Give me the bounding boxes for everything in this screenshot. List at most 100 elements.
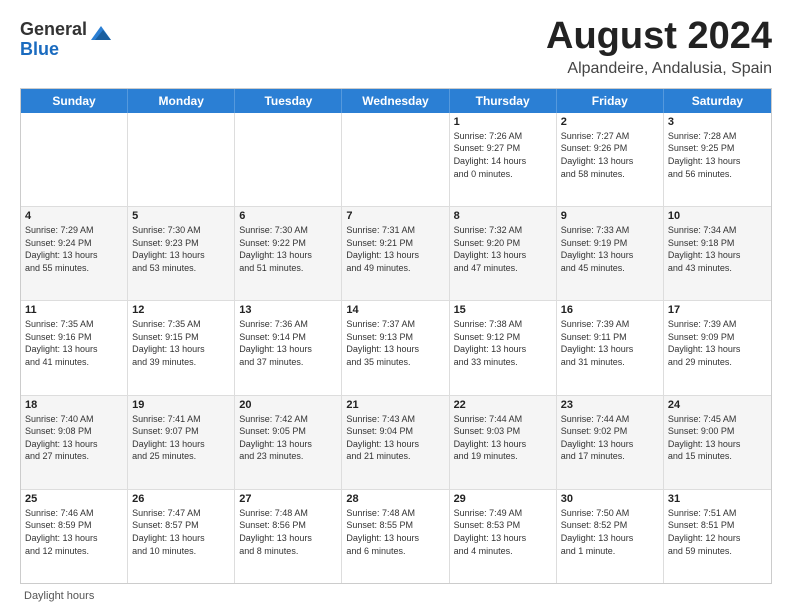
- day-number: 11: [25, 304, 123, 316]
- calendar: SundayMondayTuesdayWednesdayThursdayFrid…: [20, 88, 772, 584]
- day-info: Sunrise: 7:33 AMSunset: 9:19 PMDaylight:…: [561, 224, 659, 274]
- day-number: 1: [454, 116, 552, 128]
- day-number: 9: [561, 210, 659, 222]
- cal-cell: 6 Sunrise: 7:30 AMSunset: 9:22 PMDaylight…: [235, 207, 342, 300]
- day-header-monday: Monday: [128, 89, 235, 113]
- cal-cell: 30 Sunrise: 7:50 AMSunset: 8:52 PMDayligh…: [557, 490, 664, 583]
- day-number: 7: [346, 210, 444, 222]
- day-info: Sunrise: 7:26 AMSunset: 9:27 PMDaylight:…: [454, 130, 552, 180]
- day-info: Sunrise: 7:34 AMSunset: 9:18 PMDaylight:…: [668, 224, 767, 274]
- title-block: August 2024 Alpandeire, Andalusia, Spain: [546, 16, 772, 78]
- day-info: Sunrise: 7:35 AMSunset: 9:16 PMDaylight:…: [25, 318, 123, 368]
- calendar-subtitle: Alpandeire, Andalusia, Spain: [546, 60, 772, 78]
- day-number: 21: [346, 399, 444, 411]
- cal-cell: 27Sunrise: 7:48 AMSunset: 8:56 PMDayligh…: [235, 490, 342, 583]
- day-header-friday: Friday: [557, 89, 664, 113]
- day-number: 8: [454, 210, 552, 222]
- day-number: 24: [668, 399, 767, 411]
- cal-cell: 10 Sunrise: 7:34 AMSunset: 9:18 PMDayligh…: [664, 207, 771, 300]
- day-info: Sunrise: 7:49 AMSunset: 8:53 PMDaylight:…: [454, 507, 552, 557]
- week-row-5: 25 Sunrise: 7:46 AMSunset: 8:59 PMDayligh…: [21, 490, 771, 583]
- cal-cell: [235, 113, 342, 206]
- day-info: Sunrise: 7:41 AMSunset: 9:07 PMDaylight:…: [132, 413, 230, 463]
- cal-cell: 12 Sunrise: 7:35 AMSunset: 9:15 PMDayligh…: [128, 301, 235, 394]
- day-number: 28: [346, 493, 444, 505]
- day-header-saturday: Saturday: [664, 89, 771, 113]
- day-info: Sunrise: 7:27 AMSunset: 9:26 PMDaylight:…: [561, 130, 659, 180]
- day-info: Sunrise: 7:36 AMSunset: 9:14 PMDaylight:…: [239, 318, 337, 368]
- week-row-1: 1 Sunrise: 7:26 AMSunset: 9:27 PMDaylight…: [21, 113, 771, 207]
- day-header-sunday: Sunday: [21, 89, 128, 113]
- day-number: 12: [132, 304, 230, 316]
- day-info: Sunrise: 7:29 AMSunset: 9:24 PMDaylight:…: [25, 224, 123, 274]
- day-number: 15: [454, 304, 552, 316]
- cal-cell: 15 Sunrise: 7:38 AMSunset: 9:12 PMDayligh…: [450, 301, 557, 394]
- cal-cell: 8 Sunrise: 7:32 AMSunset: 9:20 PMDaylight…: [450, 207, 557, 300]
- cal-cell: 31Sunrise: 7:51 AMSunset: 8:51 PMDayligh…: [664, 490, 771, 583]
- day-number: 26: [132, 493, 230, 505]
- day-info: Sunrise: 7:46 AMSunset: 8:59 PMDaylight:…: [25, 507, 123, 557]
- day-number: 5: [132, 210, 230, 222]
- day-info: Sunrise: 7:30 AMSunset: 9:23 PMDaylight:…: [132, 224, 230, 274]
- day-number: 29: [454, 493, 552, 505]
- day-info: Sunrise: 7:32 AMSunset: 9:20 PMDaylight:…: [454, 224, 552, 274]
- logo-text: General Blue: [20, 20, 87, 60]
- day-info: Sunrise: 7:28 AMSunset: 9:25 PMDaylight:…: [668, 130, 767, 180]
- day-info: Sunrise: 7:38 AMSunset: 9:12 PMDaylight:…: [454, 318, 552, 368]
- cal-cell: 20 Sunrise: 7:42 AMSunset: 9:05 PMDayligh…: [235, 396, 342, 489]
- day-number: 10: [668, 210, 767, 222]
- cal-cell: [128, 113, 235, 206]
- cal-cell: 21 Sunrise: 7:43 AMSunset: 9:04 PMDayligh…: [342, 396, 449, 489]
- day-info: Sunrise: 7:37 AMSunset: 9:13 PMDaylight:…: [346, 318, 444, 368]
- cal-cell: 28Sunrise: 7:48 AMSunset: 8:55 PMDayligh…: [342, 490, 449, 583]
- cal-cell: 3Sunrise: 7:28 AMSunset: 9:25 PMDaylight…: [664, 113, 771, 206]
- day-info: Sunrise: 7:43 AMSunset: 9:04 PMDaylight:…: [346, 413, 444, 463]
- day-number: 19: [132, 399, 230, 411]
- cal-cell: 13 Sunrise: 7:36 AMSunset: 9:14 PMDayligh…: [235, 301, 342, 394]
- week-row-4: 18Sunrise: 7:40 AMSunset: 9:08 PMDayligh…: [21, 396, 771, 490]
- day-number: 6: [239, 210, 337, 222]
- day-header-thursday: Thursday: [450, 89, 557, 113]
- cal-cell: 7Sunrise: 7:31 AMSunset: 9:21 PMDaylight…: [342, 207, 449, 300]
- cal-cell: 9 Sunrise: 7:33 AMSunset: 9:19 PMDaylight…: [557, 207, 664, 300]
- day-number: 25: [25, 493, 123, 505]
- day-number: 4: [25, 210, 123, 222]
- day-number: 16: [561, 304, 659, 316]
- day-info: Sunrise: 7:44 AMSunset: 9:02 PMDaylight:…: [561, 413, 659, 463]
- day-number: 18: [25, 399, 123, 411]
- day-info: Sunrise: 7:47 AMSunset: 8:57 PMDaylight:…: [132, 507, 230, 557]
- day-info: Sunrise: 7:39 AMSunset: 9:11 PMDaylight:…: [561, 318, 659, 368]
- day-number: 20: [239, 399, 337, 411]
- cal-cell: 11 Sunrise: 7:35 AMSunset: 9:16 PMDayligh…: [21, 301, 128, 394]
- day-header-wednesday: Wednesday: [342, 89, 449, 113]
- cal-cell: 16 Sunrise: 7:39 AMSunset: 9:11 PMDayligh…: [557, 301, 664, 394]
- day-number: 27: [239, 493, 337, 505]
- day-number: 31: [668, 493, 767, 505]
- cal-cell: 17 Sunrise: 7:39 AMSunset: 9:09 PMDayligh…: [664, 301, 771, 394]
- cal-cell: [21, 113, 128, 206]
- day-info: Sunrise: 7:39 AMSunset: 9:09 PMDaylight:…: [668, 318, 767, 368]
- calendar-title: August 2024: [546, 16, 772, 58]
- cal-cell: 23Sunrise: 7:44 AMSunset: 9:02 PMDayligh…: [557, 396, 664, 489]
- cal-cell: 4 Sunrise: 7:29 AMSunset: 9:24 PMDaylight…: [21, 207, 128, 300]
- cal-cell: 5 Sunrise: 7:30 AMSunset: 9:23 PMDaylight…: [128, 207, 235, 300]
- day-info: Sunrise: 7:42 AMSunset: 9:05 PMDaylight:…: [239, 413, 337, 463]
- day-info: Sunrise: 7:30 AMSunset: 9:22 PMDaylight:…: [239, 224, 337, 274]
- cal-cell: 25 Sunrise: 7:46 AMSunset: 8:59 PMDayligh…: [21, 490, 128, 583]
- day-info: Sunrise: 7:45 AMSunset: 9:00 PMDaylight:…: [668, 413, 767, 463]
- cal-cell: 18Sunrise: 7:40 AMSunset: 9:08 PMDayligh…: [21, 396, 128, 489]
- logo-icon: [89, 22, 113, 46]
- day-number: 13: [239, 304, 337, 316]
- footer: Daylight hours: [20, 590, 772, 602]
- day-number: 30: [561, 493, 659, 505]
- calendar-header-row: SundayMondayTuesdayWednesdayThursdayFrid…: [21, 89, 771, 113]
- day-info: Sunrise: 7:50 AMSunset: 8:52 PMDaylight:…: [561, 507, 659, 557]
- page: General Blue August 2024 Alpandeire, And…: [0, 0, 792, 612]
- day-number: 17: [668, 304, 767, 316]
- cal-cell: [342, 113, 449, 206]
- day-info: Sunrise: 7:35 AMSunset: 9:15 PMDaylight:…: [132, 318, 230, 368]
- week-row-3: 11 Sunrise: 7:35 AMSunset: 9:16 PMDayligh…: [21, 301, 771, 395]
- footer-text: Daylight hours: [24, 590, 94, 602]
- logo: General Blue: [20, 20, 113, 60]
- day-number: 2: [561, 116, 659, 128]
